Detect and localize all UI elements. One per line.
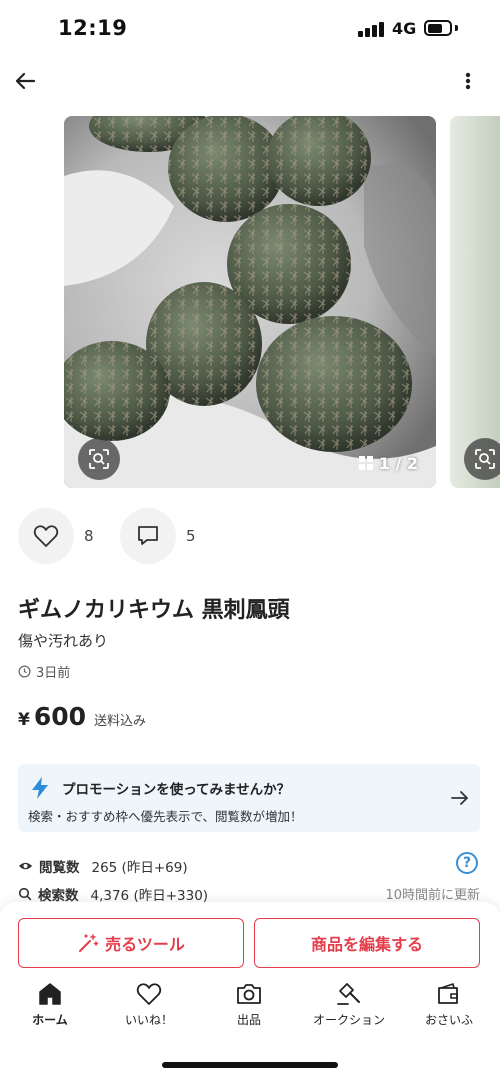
network-label: 4G <box>392 19 417 38</box>
product-image[interactable]: 1 / 2 <box>64 116 436 488</box>
clock-icon <box>18 665 31 678</box>
searches-stat: 検索数 4,376 (昨日+330) <box>18 884 208 904</box>
sell-tools-label: 売るツール <box>105 935 185 954</box>
views-label: 閲覧数 <box>39 860 80 876</box>
heart-icon <box>136 983 162 1005</box>
tab-auction[interactable]: オークション <box>304 982 394 1034</box>
image-counter-text: 1 / 2 <box>378 453 418 473</box>
comment-icon <box>138 526 158 545</box>
price: ¥ 600 送料込み <box>18 702 146 731</box>
battery-icon <box>424 20 452 36</box>
cactus-photo <box>64 116 436 488</box>
battery-tip <box>455 25 458 31</box>
back-button[interactable] <box>10 66 40 96</box>
edit-item-button[interactable]: 商品を編集する <box>254 918 480 968</box>
tab-home-label: ホーム <box>32 1013 68 1027</box>
edit-item-label: 商品を編集する <box>310 935 423 954</box>
sell-tools-button[interactable]: 売るツール <box>18 918 244 968</box>
gavel-icon <box>337 983 360 1005</box>
price-currency: ¥ <box>18 710 30 730</box>
item-condition: 傷や汚れあり <box>18 632 109 650</box>
action-row: 8 5 <box>18 508 212 564</box>
tab-auction-label: オークション <box>312 1013 385 1027</box>
promotion-subtitle: 検索・おすすめ枠へ優先表示で、閲覧数が増加！ <box>28 809 303 824</box>
search-icon <box>18 887 32 901</box>
heart-icon <box>33 525 59 547</box>
scan-search-icon <box>89 449 109 469</box>
next-product-image[interactable] <box>450 116 500 488</box>
help-icon[interactable]: ? <box>456 852 478 874</box>
image-search-button-next[interactable] <box>464 438 500 480</box>
updated-time: 10時間前に更新 <box>385 888 480 903</box>
camera-icon <box>237 984 261 1004</box>
tab-home[interactable]: ホーム <box>5 982 95 1034</box>
tab-sell[interactable]: 出品 <box>204 982 294 1034</box>
like-count: 8 <box>84 527 94 545</box>
tab-likes-label: いいね！ <box>124 1013 173 1027</box>
grid-icon <box>358 456 373 470</box>
comment-button[interactable] <box>120 508 176 564</box>
promotion-title: プロモーションを使ってみませんか？ <box>62 782 291 798</box>
views-stat: 閲覧数 265 (昨日+69) <box>18 856 188 876</box>
item-title: ギムノカリキウム 黒刺鳳頭 <box>18 598 290 623</box>
signal-icon <box>358 21 384 37</box>
price-value: 600 <box>33 702 87 731</box>
searches-label: 検索数 <box>38 888 79 904</box>
home-indicator <box>162 1062 338 1068</box>
shipping-note: 送料込み <box>94 714 147 729</box>
views-value: 265 (昨日+69) <box>91 860 188 876</box>
image-search-button[interactable] <box>78 438 120 480</box>
tab-likes[interactable]: いいね！ <box>104 982 194 1034</box>
eye-icon <box>18 862 33 870</box>
searches-value: 4,376 (昨日+330) <box>90 888 209 904</box>
tab-sell-label: 出品 <box>236 1013 261 1027</box>
image-counter: 1 / 2 <box>352 450 424 476</box>
more-vertical-icon <box>465 72 471 90</box>
wallet-icon <box>438 983 458 1004</box>
posted-time-text: 3日前 <box>36 666 71 681</box>
like-button[interactable] <box>18 508 74 564</box>
promotion-banner[interactable]: プロモーションを使ってみませんか？ 検索・おすすめ枠へ優先表示で、閲覧数が増加！ <box>18 764 480 832</box>
scan-search-icon <box>475 449 495 469</box>
comment-count: 5 <box>186 527 196 545</box>
status-bar: 12:19 4G <box>0 0 500 60</box>
arrow-left-icon <box>15 72 36 90</box>
image-carousel[interactable]: 1 / 2 <box>0 116 500 488</box>
magic-wand-icon <box>79 934 99 952</box>
tab-bar: ホーム いいね！ 出品 オークション おさいふ <box>0 976 500 1036</box>
tab-wallet[interactable]: おさいふ <box>404 982 494 1034</box>
home-icon <box>39 983 61 1005</box>
more-options-button[interactable] <box>456 66 480 96</box>
lightning-icon <box>32 777 48 799</box>
tab-wallet-label: おさいふ <box>424 1013 473 1027</box>
posted-time: 3日前 <box>18 662 70 681</box>
status-time: 12:19 <box>58 16 128 40</box>
bottom-panel: 売るツール 商品を編集する ホーム いいね！ 出品 オークション おさいふ <box>0 902 500 1080</box>
arrow-right-icon <box>451 791 468 805</box>
